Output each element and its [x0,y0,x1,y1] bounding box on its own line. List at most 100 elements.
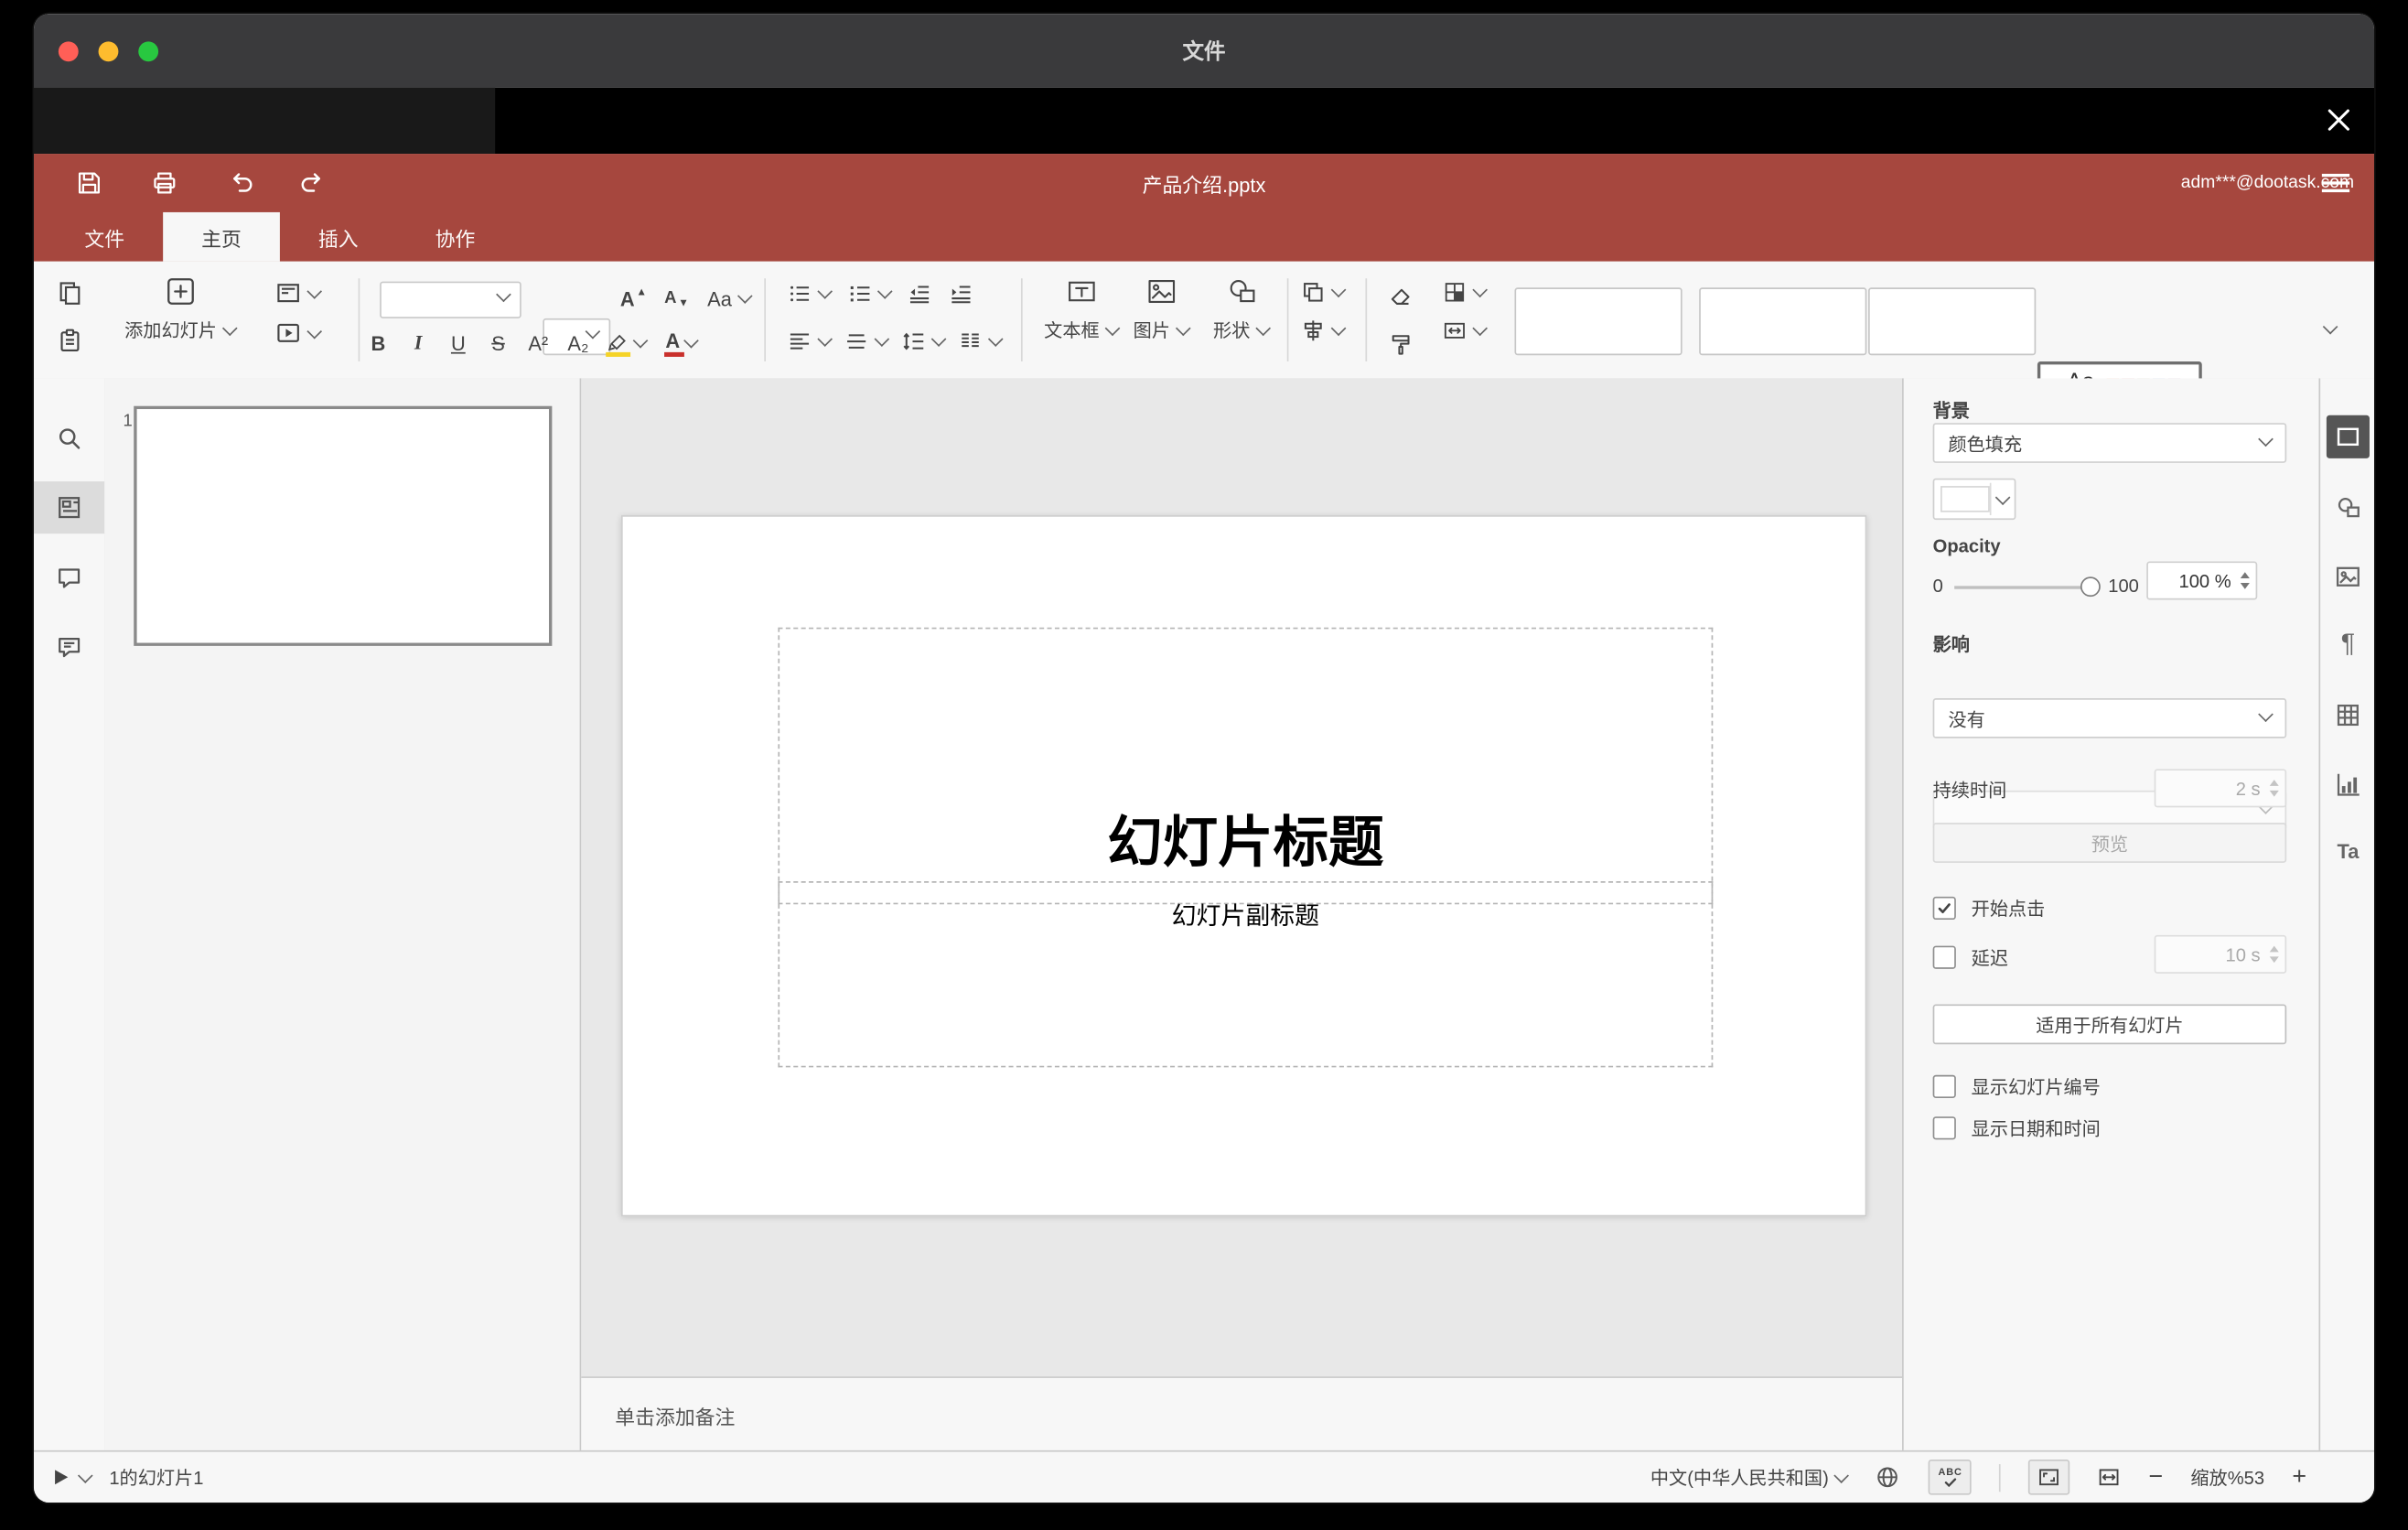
spellcheck-toggle[interactable]: ABC [1929,1459,1973,1495]
modal-header [33,87,2375,155]
line-spacing-button[interactable] [901,329,947,354]
opacity-value-spinner[interactable]: 100 % [2146,561,2258,600]
start-on-click-label: 开始点击 [1971,898,2046,921]
show-date-time-row[interactable]: 显示日期和时间 [1932,1115,2101,1142]
comments-icon[interactable] [56,565,83,592]
screen: 文件 产品介绍.pptx adm***@dootask.com 文件 主页 插入… [0,0,2408,1530]
slide-1[interactable]: 幻灯片标题 幻灯片副标题 [621,515,1867,1217]
theme-gallery-expand-button[interactable] [2322,312,2338,339]
ribbon-tabs: 文件 主页 插入 协作 [46,211,514,262]
slide-title-placeholder[interactable]: 幻灯片标题 [778,627,1714,905]
bold-button[interactable]: B [361,326,395,360]
italic-button[interactable]: I [402,326,435,360]
clear-style-button[interactable] [1384,280,1418,314]
fit-width-button[interactable] [2098,1466,2121,1489]
theme-preview-1[interactable] [1514,287,1682,356]
start-on-click-checkbox[interactable] [1932,896,1956,921]
apply-to-all-slides-button[interactable]: 适用于所有幻灯片 [1932,1004,2287,1045]
underline-button[interactable]: U [441,326,475,360]
insert-image-button[interactable]: 图片 [1121,275,1200,343]
chart-settings-icon[interactable] [2334,770,2361,798]
slide-size-button[interactable] [1442,318,1488,343]
superscript-button[interactable]: A² [521,326,555,360]
delay-spinner[interactable]: 10 s [2154,934,2287,974]
notes-area[interactable]: 单击添加备注 [581,1376,1903,1452]
start-on-click-checkbox-row[interactable]: 开始点击 [1932,895,2046,921]
zoom-in-button[interactable]: + [2292,1464,2306,1490]
columns-button[interactable] [958,329,1004,354]
duration-spinner[interactable]: 2 s [2154,769,2287,808]
search-icon[interactable] [56,425,83,452]
zoom-level-label: 缩放%53 [2190,1467,2265,1489]
insert-textbox-label: 文本框 [1044,319,1100,342]
insert-textbox-button[interactable]: 文本框 [1041,275,1121,343]
opacity-slider-track[interactable] [1954,586,2091,589]
add-slide-button[interactable]: 添加幻灯片 [111,275,249,343]
slide-canvas[interactable]: 幻灯片标题 幻灯片副标题 [581,378,1903,1377]
insert-shape-button[interactable]: 形状 [1201,275,1281,343]
tab-insert[interactable]: 插入 [280,212,397,262]
theme-preview-3[interactable] [1868,287,2037,356]
theme-preview-2[interactable] [1699,287,1867,356]
increase-font-size-button[interactable]: A ▲ [617,282,650,316]
highlight-color-button[interactable] [601,326,650,360]
font-color-button[interactable]: A [657,326,706,360]
image-settings-icon[interactable] [2334,563,2361,590]
tab-home[interactable]: 主页 [163,211,280,262]
delay-checkbox[interactable] [1932,945,1956,969]
slide-thumbnails-panel: 1 [104,378,582,1452]
decrease-font-size-button[interactable]: A ▼ [660,282,693,316]
shape-settings-icon[interactable] [2334,494,2361,522]
effect-select[interactable]: 没有 [1932,698,2287,738]
change-case-button[interactable]: Aa [707,282,753,316]
copy-style-button[interactable] [1384,328,1418,361]
arrange-shape-button[interactable] [1301,280,1347,305]
slide-settings-icon[interactable] [2334,423,2361,450]
show-date-time-checkbox[interactable] [1932,1116,1956,1140]
document-language-icon[interactable] [1875,1464,1901,1491]
align-shape-button[interactable] [1301,318,1347,343]
background-fill-select[interactable]: 颜色填充 [1932,423,2287,463]
paste-button[interactable] [52,323,86,357]
delay-checkbox-row[interactable]: 延迟 [1932,944,2008,971]
tab-collaboration[interactable]: 协作 [397,212,514,262]
vertical-align-button[interactable] [844,329,890,354]
show-slide-number-checkbox[interactable] [1932,1074,1956,1099]
subscript-button[interactable]: A₂ [561,326,595,360]
paragraph-settings-icon[interactable]: ¶ [2320,629,2374,660]
numbering-button[interactable] [847,282,893,307]
preview-button[interactable]: 预览 [1932,823,2287,863]
background-color-picker[interactable] [1932,478,2016,521]
slide-thumbnail-1[interactable] [134,405,553,646]
table-settings-icon[interactable] [2334,701,2361,728]
increase-indent-button[interactable] [949,282,973,307]
language-select[interactable]: 中文(中华人民共和国) [1650,1464,1850,1491]
decrease-indent-button[interactable] [908,282,932,307]
insert-shape-label: 形状 [1213,319,1251,342]
change-layout-button[interactable] [275,280,323,307]
feedback-icon[interactable] [56,633,83,661]
menu-icon[interactable] [2321,173,2350,194]
strikethrough-button[interactable]: S [481,326,515,360]
slides-panel-icon[interactable] [56,494,83,522]
dimmed-background-panel [33,87,496,155]
editor-header: 产品介绍.pptx adm***@dootask.com 文件 主页 插入 协作 [33,154,2375,262]
show-slide-number-row[interactable]: 显示幻灯片编号 [1932,1073,2101,1100]
close-icon[interactable] [2324,104,2355,135]
font-name-combo[interactable] [380,281,521,318]
font-color-swatch [664,351,684,357]
horizontal-align-button[interactable] [788,329,833,354]
zoom-out-button[interactable]: − [2148,1464,2163,1490]
slide-counter: 1的幻灯片1 [109,1467,204,1489]
slide-subtitle-placeholder[interactable]: 幻灯片副标题 [778,881,1714,1068]
tab-file[interactable]: 文件 [46,212,163,262]
notes-placeholder: 单击添加备注 [615,1405,736,1428]
fit-slide-button[interactable] [2028,1459,2070,1495]
shape-fill-button[interactable] [1442,280,1488,305]
bullets-button[interactable] [788,282,833,307]
textart-settings-icon[interactable]: Ta [2320,840,2374,863]
start-slideshow-button[interactable] [275,320,323,347]
copy-button[interactable] [52,275,86,309]
start-slideshow-status-button[interactable] [49,1466,93,1489]
opacity-slider-knob[interactable] [2080,576,2101,598]
